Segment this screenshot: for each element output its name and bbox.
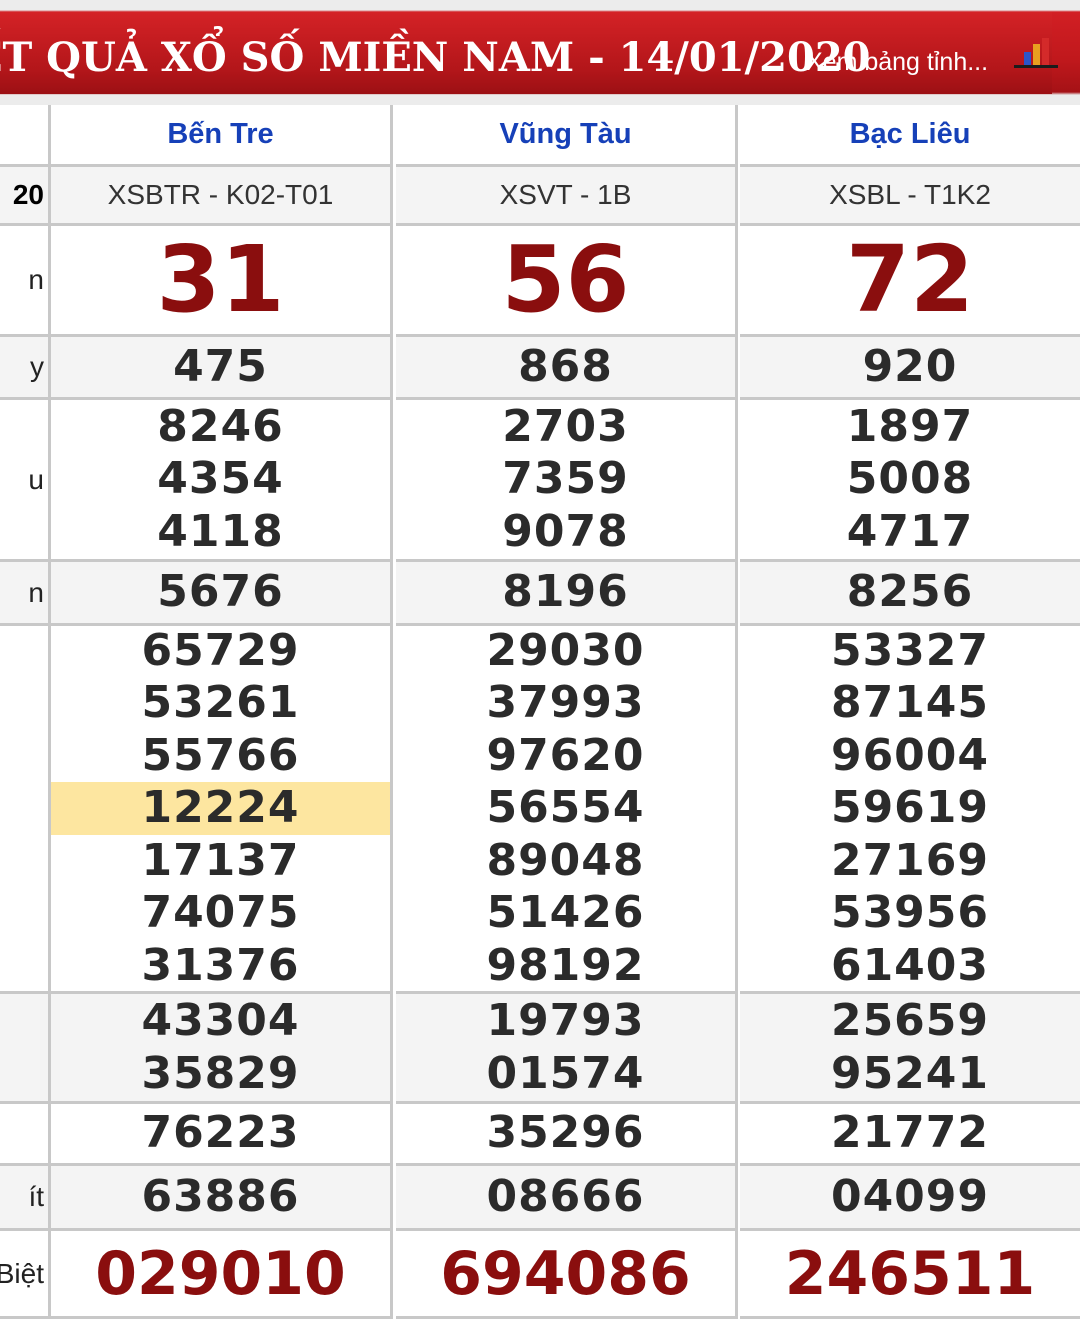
prize-2-value: 76223 xyxy=(51,1104,393,1166)
row-label: 20 xyxy=(0,167,51,226)
results-header: ẾT QUẢ XỔ SỐ MIỀN NAM - 14/01/2020 Xem b… xyxy=(0,0,1080,105)
prize-5-value: 8196 xyxy=(396,562,738,626)
prize-6-values: 8246 4354 4118 xyxy=(51,400,393,562)
prize-1-value: 08666 xyxy=(396,1166,738,1231)
prize-5-row: n 5676 8196 8256 xyxy=(0,562,1080,626)
province-ben-tre[interactable]: Bến Tre xyxy=(51,105,393,167)
page-title: ẾT QUẢ XỔ SỐ MIỀN NAM - 14/01/2020 xyxy=(0,34,871,81)
prize-2-row: 76223 35296 21772 xyxy=(0,1104,1080,1166)
prize-1-value: 04099 xyxy=(740,1166,1080,1231)
row-label xyxy=(0,105,51,167)
row-label: n xyxy=(0,226,51,337)
prize-2-value: 21772 xyxy=(740,1104,1080,1166)
prize-8-row: n 31 56 72 xyxy=(0,226,1080,337)
prize-4-row: 65729 53261 55766 12224 17137 74075 31376 29… xyxy=(0,625,1080,994)
province-row: Bến Tre Vũng Tàu Bạc Liêu xyxy=(0,105,1080,167)
prize-4-values: 29030 37993 97620 56554 89048 51426 98192 xyxy=(396,625,738,994)
row-label xyxy=(0,994,51,1104)
prize-8-value: 31 xyxy=(51,226,393,337)
row-label: n xyxy=(0,562,51,626)
view-province-table-link[interactable]: Xem bảng tỉnh... xyxy=(806,48,988,77)
row-label: Biệt xyxy=(0,1231,51,1319)
ticket-code: XSBL - T1K2 xyxy=(740,167,1080,226)
province-vung-tau[interactable]: Vũng Tàu xyxy=(396,105,738,167)
special-prize-row: Biệt 029010 694086 246511 xyxy=(0,1231,1080,1319)
prize-7-value: 475 xyxy=(51,337,393,400)
special-prize-value: 694086 xyxy=(396,1231,738,1319)
prize-1-row: ít 63886 08666 04099 xyxy=(0,1166,1080,1231)
prize-3-values: 25659 95241 xyxy=(740,994,1080,1104)
highlighted-number: 12224 xyxy=(51,782,390,835)
bar-chart-icon[interactable] xyxy=(1012,36,1060,70)
ticket-code: XSBTR - K02-T01 xyxy=(51,167,393,226)
ticket-code-row: 20 XSBTR - K02-T01 XSVT - 1B XSBL - T1K2 xyxy=(0,167,1080,226)
row-label xyxy=(0,626,51,994)
row-label: ít xyxy=(0,1166,51,1231)
special-prize-value: 029010 xyxy=(51,1231,393,1319)
prize-4-values: 65729 53261 55766 12224 17137 74075 31376 xyxy=(51,625,393,994)
special-prize-value: 246511 xyxy=(740,1231,1080,1319)
province-name[interactable]: Bến Tre xyxy=(167,118,273,151)
prize-3-values: 43304 35829 xyxy=(51,994,393,1104)
prize-6-row: u 8246 4354 4118 2703 7359 9078 1897 5008 4717 xyxy=(0,400,1080,562)
prize-5-value: 8256 xyxy=(740,562,1080,626)
prize-8-value: 56 xyxy=(396,226,738,337)
prize-6-values: 2703 7359 9078 xyxy=(396,400,738,562)
prize-2-value: 35296 xyxy=(396,1104,738,1166)
prize-1-value: 63886 xyxy=(51,1166,393,1231)
prize-7-row: y 475 868 920 xyxy=(0,337,1080,400)
prize-5-value: 5676 xyxy=(51,562,393,626)
prize-8-value: 72 xyxy=(740,226,1080,337)
prize-7-value: 868 xyxy=(396,337,738,400)
prize-3-row: 43304 35829 19793 01574 25659 95241 xyxy=(0,994,1080,1104)
province-name[interactable]: Bạc Liêu xyxy=(850,118,971,151)
row-label: y xyxy=(0,337,51,400)
province-bac-lieu[interactable]: Bạc Liêu xyxy=(740,105,1080,167)
province-name[interactable]: Vũng Tàu xyxy=(499,118,631,151)
prize-3-values: 19793 01574 xyxy=(396,994,738,1104)
row-label: u xyxy=(0,400,51,562)
prize-4-values: 53327 87145 96004 59619 27169 53956 61403 xyxy=(740,625,1080,994)
row-label xyxy=(0,1104,51,1166)
ticket-code: XSVT - 1B xyxy=(396,167,738,226)
prize-6-values: 1897 5008 4717 xyxy=(740,400,1080,562)
prize-7-value: 920 xyxy=(740,337,1080,400)
